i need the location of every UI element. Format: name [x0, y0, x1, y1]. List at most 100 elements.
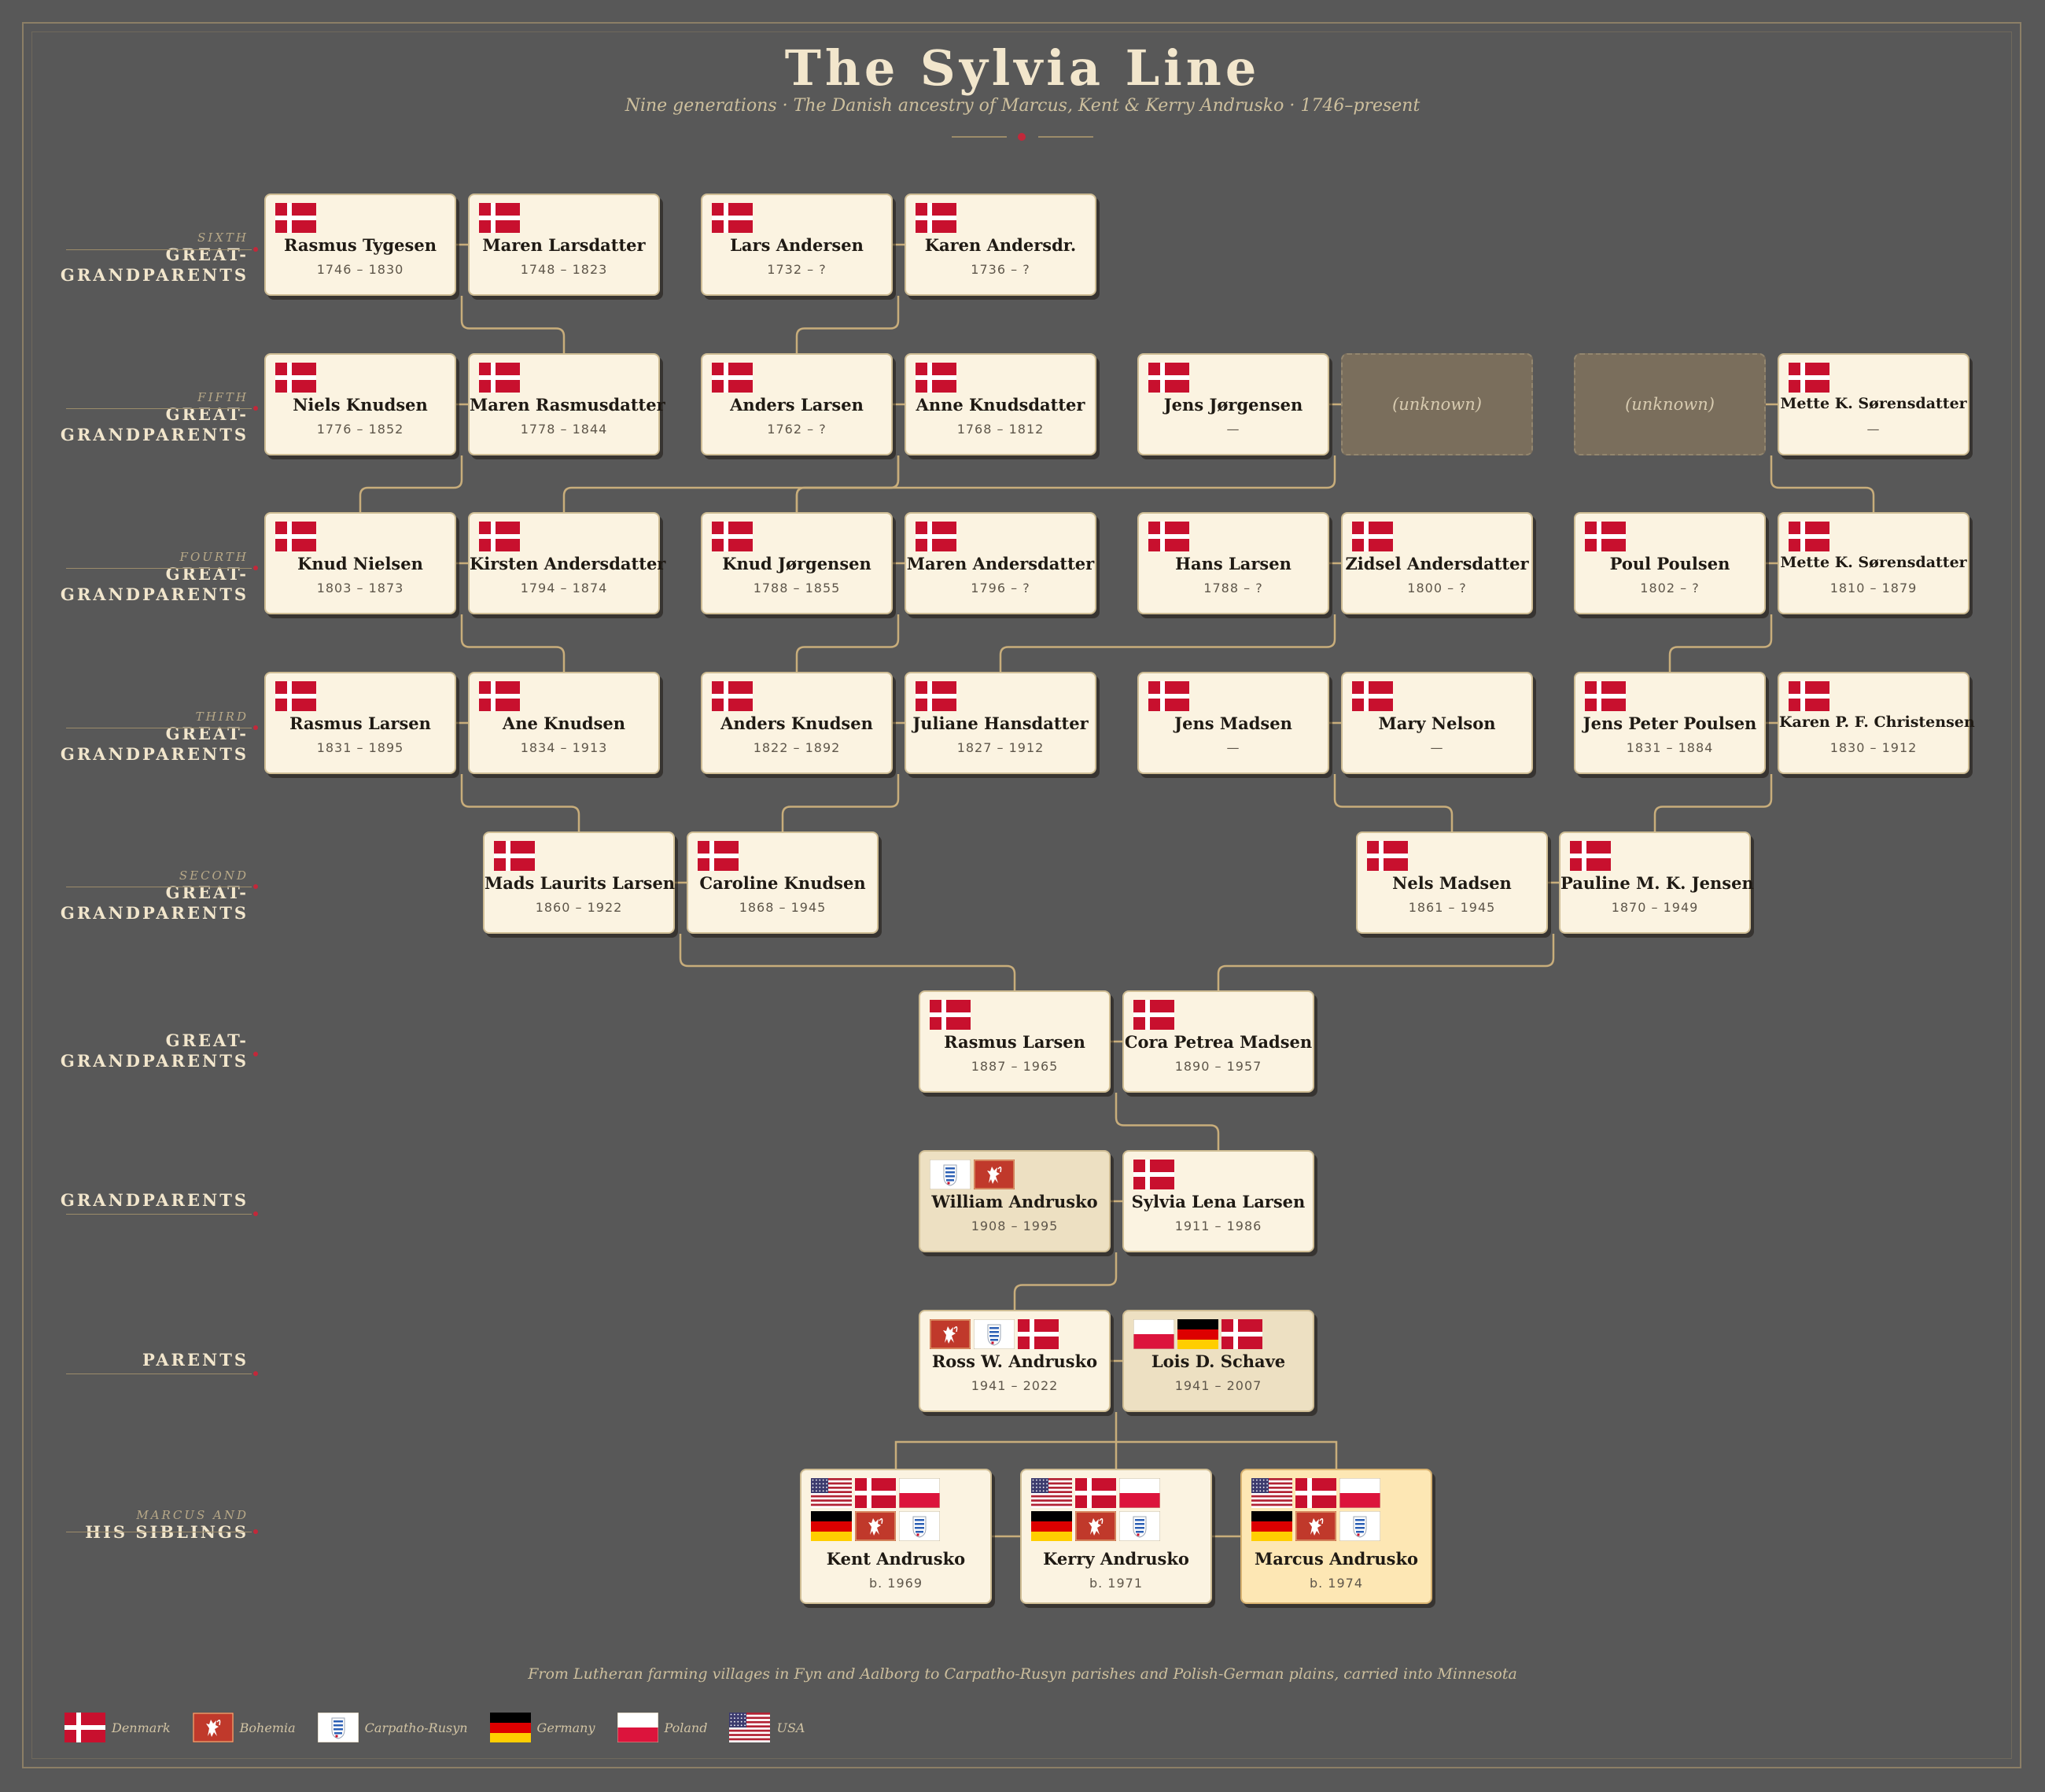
flag-denmark-icon: [479, 203, 520, 233]
person-card[interactable]: Mary Nelson —: [1341, 672, 1533, 774]
person-card[interactable]: Jens Madsen —: [1137, 672, 1329, 774]
person-dates: 1860 – 1922: [535, 900, 623, 915]
person-dates: 1796 – ?: [971, 581, 1030, 595]
person-card[interactable]: Kent Andrusko b. 1969: [800, 1469, 992, 1604]
connector-line: [1333, 774, 1454, 831]
connector-line: [679, 934, 1016, 990]
gen-marker-dot: [253, 406, 258, 411]
gen-divider: [66, 249, 252, 250]
person-name: Hans Larsen: [1175, 554, 1291, 573]
heritage-flags: [479, 363, 520, 393]
person-dates: b. 1971: [1089, 1576, 1144, 1591]
person-card[interactable]: Niels Knudsen 1776 – 1852: [264, 353, 456, 455]
legend-label: USA: [776, 1720, 805, 1735]
person-card[interactable]: Zidsel Andersdatter 1800 – ?: [1341, 512, 1533, 614]
flag-denmark-icon: [855, 1478, 896, 1508]
flag-rusyn-icon: [1119, 1511, 1160, 1541]
flag-denmark-icon: [1789, 522, 1829, 551]
flag-bohemia-icon: [1295, 1511, 1336, 1541]
person-dates: 1941 – 2007: [1174, 1378, 1262, 1393]
person-card[interactable]: Lois D. Schave 1941 – 2007: [1122, 1310, 1314, 1412]
person-card[interactable]: Poul Poulsen 1802 – ?: [1574, 512, 1766, 614]
person-dates: 1788 – 1855: [753, 581, 841, 595]
person-card[interactable]: Hans Larsen 1788 – ?: [1137, 512, 1329, 614]
person-name: Pauline M. K. Jensen: [1560, 873, 1754, 893]
unknown-person-card[interactable]: (unknown): [1574, 353, 1766, 455]
gen-label-grandparents: GRANDPARENTS: [60, 1190, 249, 1210]
person-card[interactable]: Jens Peter Poulsen 1831 – 1884: [1574, 672, 1766, 774]
flag-denmark-icon: [916, 681, 956, 711]
person-card[interactable]: Knud Nielsen 1803 – 1873: [264, 512, 456, 614]
person-card[interactable]: Cora Petrea Madsen 1890 – 1957: [1122, 990, 1314, 1093]
person-name: Lars Andersen: [730, 235, 864, 255]
person-card[interactable]: Jens Jørgensen —: [1137, 353, 1329, 455]
person-card[interactable]: Caroline Knudsen 1868 – 1945: [687, 831, 879, 934]
person-card[interactable]: Anders Knudsen 1822 – 1892: [701, 672, 893, 774]
person-card[interactable]: Juliane Hansdatter 1827 – 1912: [905, 672, 1096, 774]
unknown-person-card[interactable]: (unknown): [1341, 353, 1533, 455]
person-dates: 1776 – 1852: [316, 422, 404, 437]
heritage-flags: [930, 1160, 1015, 1189]
person-card[interactable]: Rasmus Larsen 1887 – 1965: [919, 990, 1111, 1093]
person-name: Maren Rasmusdatter: [470, 395, 665, 415]
flag-denmark-icon: [1148, 522, 1189, 551]
person-card[interactable]: Sylvia Lena Larsen 1911 – 1986: [1122, 1150, 1314, 1252]
person-card[interactable]: Mette K. Sørensdatter —: [1778, 353, 1969, 455]
person-name: Zidsel Andersdatter: [1345, 554, 1529, 573]
person-card[interactable]: Knud Jørgensen 1788 – 1855: [701, 512, 893, 614]
gen-label-fifth: FIFTH GREAT-GRANDPARENTS: [60, 390, 249, 444]
person-card[interactable]: Kerry Andrusko b. 1971: [1020, 1469, 1212, 1604]
person-card[interactable]: Karen P. F. Christensen 1830 – 1912: [1778, 672, 1975, 774]
person-card[interactable]: Lars Andersen 1732 – ?: [701, 194, 893, 296]
heritage-flags: [916, 203, 956, 233]
flag-denmark-icon: [479, 522, 520, 551]
legend-item: Denmark: [64, 1713, 171, 1742]
person-card[interactable]: Maren Andersdatter 1796 – ?: [905, 512, 1096, 614]
flag-usa-icon: [1251, 1478, 1292, 1508]
person-dates: 1732 – ?: [767, 262, 827, 277]
person-dates: 1736 – ?: [971, 262, 1030, 277]
flag-rusyn-icon: [1339, 1511, 1380, 1541]
flag-denmark-icon: [1148, 363, 1189, 393]
person-name: Mary Nelson: [1378, 713, 1496, 733]
flag-denmark-icon: [1221, 1319, 1262, 1349]
person-name: Anne Knudsdatter: [916, 395, 1085, 415]
person-card[interactable]: Nels Madsen 1861 – 1945: [1356, 831, 1548, 934]
flag-denmark-icon: [275, 203, 316, 233]
heritage-flags: [1789, 363, 1829, 393]
person-card[interactable]: Ross W. Andrusko 1941 – 2022: [919, 1310, 1111, 1412]
person-card[interactable]: Rasmus Larsen 1831 – 1895: [264, 672, 456, 774]
person-name: Jens Peter Poulsen: [1583, 713, 1757, 733]
person-name: Mads Laurits Larsen: [485, 873, 676, 893]
person-card[interactable]: Marcus Andrusko b. 1974: [1240, 1469, 1432, 1604]
heritage-flags: [930, 1319, 1059, 1349]
person-card[interactable]: Maren Rasmusdatter 1778 – 1844: [468, 353, 665, 455]
person-card[interactable]: Mads Laurits Larsen 1860 – 1922: [483, 831, 675, 934]
person-card[interactable]: William Andrusko 1908 – 1995: [919, 1150, 1111, 1252]
person-name: William Andrusko: [931, 1192, 1098, 1211]
person-dates: 1768 – 1812: [956, 422, 1045, 437]
person-card[interactable]: Ane Knudsen 1834 – 1913: [468, 672, 660, 774]
person-card[interactable]: Karen Andersdr. 1736 – ?: [905, 194, 1096, 296]
heritage-flags: [275, 522, 316, 551]
person-card[interactable]: Maren Larsdatter 1748 – 1823: [468, 194, 660, 296]
heritage-flags: [916, 522, 956, 551]
gen-label-sixth: SIXTH GREAT-GRANDPARENTS: [60, 230, 249, 285]
person-card[interactable]: Mette K. Sørensdatter 1810 – 1879: [1778, 512, 1969, 614]
person-card[interactable]: Rasmus Tygesen 1746 – 1830: [264, 194, 456, 296]
person-dates: b. 1969: [868, 1576, 923, 1591]
person-card[interactable]: Kirsten Andersdatter 1794 – 1874: [468, 512, 665, 614]
heritage-flags: [1352, 522, 1393, 551]
flag-rusyn-icon: [317, 1713, 359, 1742]
person-name: Lois D. Schave: [1151, 1351, 1286, 1371]
person-card[interactable]: Anne Knudsdatter 1768 – 1812: [905, 353, 1096, 455]
connector-line: [562, 455, 900, 512]
flag-usa-icon: [729, 1713, 771, 1742]
person-name: Mette K. Sørensdatter: [1780, 554, 1967, 571]
flag-denmark-icon: [1352, 681, 1393, 711]
person-card[interactable]: Pauline M. K. Jensen 1870 – 1949: [1559, 831, 1754, 934]
person-card[interactable]: Anders Larsen 1762 – ?: [701, 353, 893, 455]
flag-usa-icon: [811, 1478, 852, 1508]
footer-caption: From Lutheran farming villages in Fyn an…: [528, 1665, 1517, 1683]
person-name: Knud Jørgensen: [722, 554, 871, 573]
